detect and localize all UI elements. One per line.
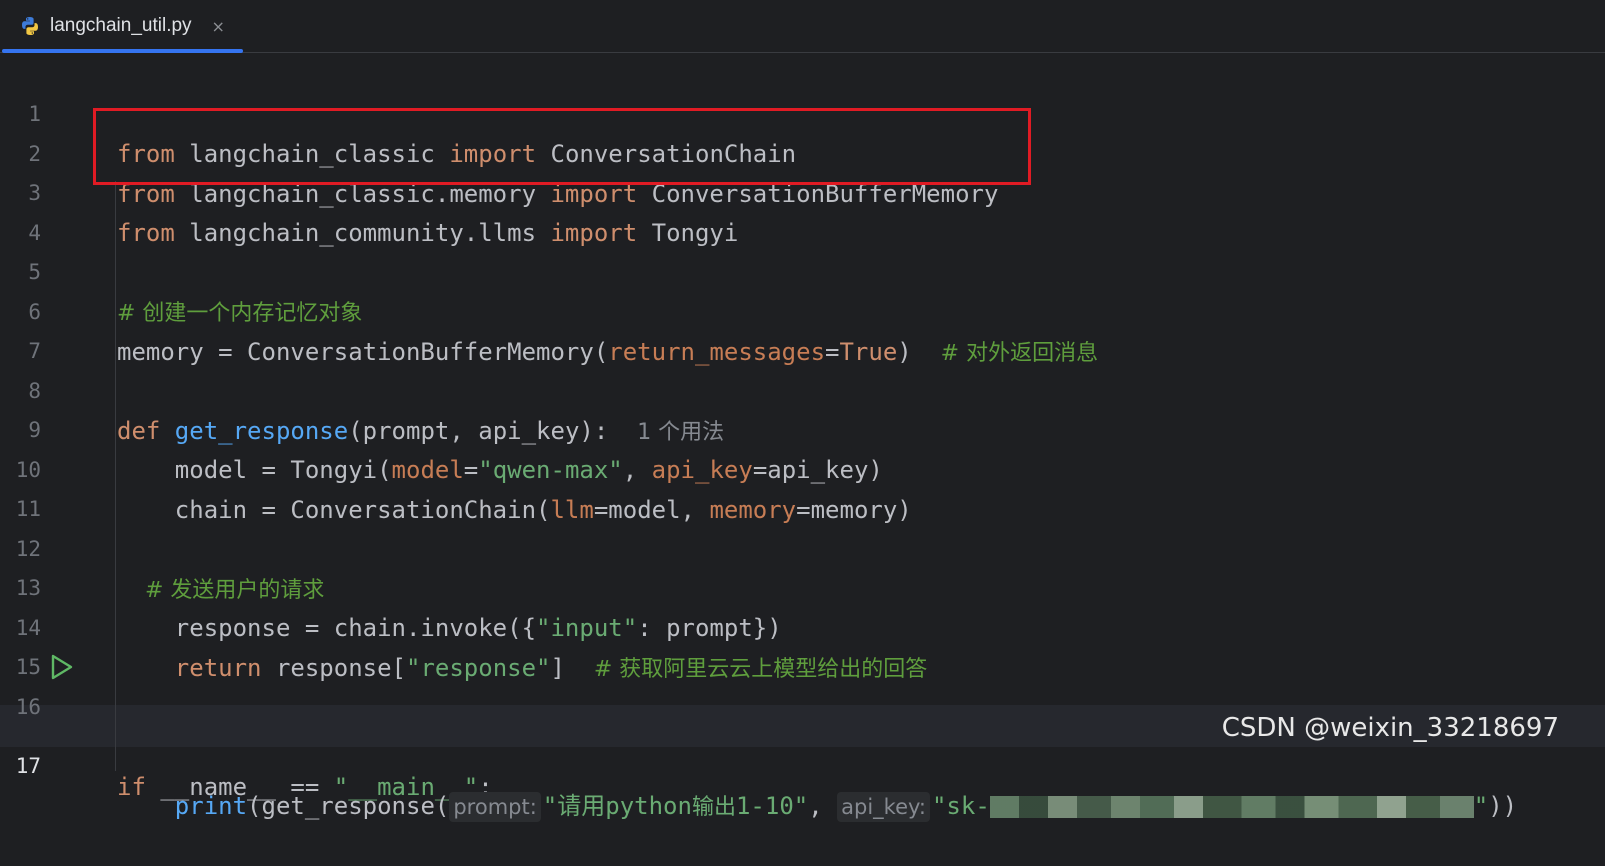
param-hint-api-key: api_key: bbox=[837, 792, 930, 822]
python-file-icon bbox=[22, 17, 38, 35]
code-line: 1 from langchain_classic import Conversa… bbox=[0, 54, 1605, 168]
param-hint-prompt: prompt: bbox=[449, 792, 541, 822]
code-line: 12 # 发送用户的请求 bbox=[0, 489, 1605, 603]
watermark: CSDN @weixin_33218697 bbox=[1221, 713, 1559, 743]
code-line: 15 bbox=[0, 607, 1605, 679]
code-line: 9 model = Tongyi(model="qwen-max", api_k… bbox=[0, 370, 1605, 484]
line-number: 17 bbox=[15, 754, 41, 778]
code-editor[interactable]: 1 from langchain_classic import Conversa… bbox=[0, 53, 1605, 822]
code-line: 6 memory = ConversationBufferMemory(retu… bbox=[0, 252, 1605, 366]
run-icon[interactable] bbox=[50, 654, 74, 680]
tab-label: langchain_util.py bbox=[50, 15, 192, 36]
close-icon[interactable]: × bbox=[212, 17, 225, 36]
code-line: 16 if __name__ == "__main__": bbox=[0, 647, 1605, 801]
code-line: 8 def get_response(prompt, api_key): 1 个… bbox=[0, 331, 1605, 445]
code-line: 5 # 创建一个内存记忆对象 bbox=[0, 212, 1605, 326]
code-line: 10 chain = ConversationChain(llm=model, … bbox=[0, 410, 1605, 524]
code-line: 13 response = chain.invoke({"input": pro… bbox=[0, 528, 1605, 642]
redacted-api-key bbox=[989, 796, 1474, 818]
code-line: 7 bbox=[0, 291, 1605, 363]
code-line: 14 return response["response"] # 获取阿里云云上… bbox=[0, 568, 1605, 682]
editor-tab-bar: langchain_util.py × bbox=[0, 0, 1605, 53]
tab-langchain-util[interactable]: langchain_util.py × bbox=[0, 0, 243, 53]
code-line: 11 bbox=[0, 449, 1605, 521]
code-text[interactable]: print(get_response(prompt: "请用python输出1-1… bbox=[117, 786, 1517, 828]
highlight-box bbox=[93, 108, 1031, 185]
